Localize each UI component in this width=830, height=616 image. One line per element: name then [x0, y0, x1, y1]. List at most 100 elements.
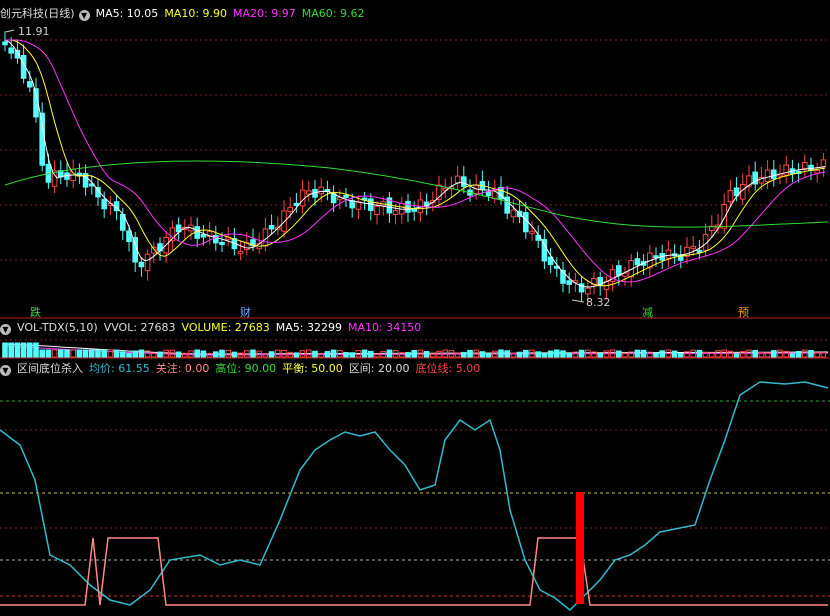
range-value: 区间: 20.00	[348, 362, 410, 375]
volume-bar	[808, 350, 814, 358]
volume-bar	[752, 349, 759, 358]
volume-bar	[560, 350, 566, 358]
dropdown-icon[interactable]: ▼	[0, 365, 11, 376]
ma60-line	[4, 160, 829, 228]
event-marker-jian[interactable]: 减	[642, 304, 653, 320]
volume-bar	[659, 350, 666, 358]
volume-bar	[349, 352, 355, 358]
volume-bar	[504, 350, 510, 358]
volume-bar	[101, 349, 108, 358]
candle-body	[771, 169, 777, 180]
volume-bar	[64, 349, 70, 358]
candle-body	[318, 186, 324, 195]
moving-averages	[4, 39, 829, 356]
candle-body	[2, 41, 8, 46]
candle-body	[802, 162, 808, 170]
volume-bar	[368, 350, 374, 358]
volume-indicator-name[interactable]: VOL-TDX(5,10)	[17, 321, 98, 334]
volume-bar	[479, 351, 486, 358]
volume-bar	[523, 349, 529, 358]
volume-bar	[318, 353, 324, 358]
volume-bar	[461, 351, 467, 358]
volume-bar	[250, 349, 256, 358]
price-annotations: 11.91 8.32	[5, 25, 611, 309]
bottom-buy-signal-bar	[576, 492, 584, 604]
grid-lines	[0, 39, 830, 597]
ma10-value: MA10: 9.90	[164, 7, 228, 20]
ma5-value: MA5: 10.05	[95, 7, 159, 20]
candle-body	[405, 200, 411, 213]
high-price-label: 11.91	[18, 25, 50, 38]
volume-bar	[411, 349, 417, 358]
volume-bar	[107, 349, 114, 358]
event-marker-cai[interactable]: 财	[240, 304, 251, 320]
balance-value: 平衡: 50.00	[282, 362, 343, 375]
volume-bar	[8, 342, 14, 358]
volume-bar	[138, 349, 145, 358]
avg-value: 均价: 61.55	[89, 362, 150, 375]
candle-body	[690, 245, 697, 249]
volume-bar	[33, 342, 39, 358]
candle-body	[392, 210, 399, 215]
candle-body	[299, 189, 306, 207]
volume-bar	[634, 349, 641, 358]
bottom-line-value: 底位线: 5.00	[415, 362, 481, 375]
focus-value: 关注: 0.00	[155, 362, 210, 375]
event-marker-die[interactable]: 跌	[30, 304, 41, 320]
candle-body	[634, 258, 641, 266]
volume-bar	[132, 350, 138, 358]
volume-bar	[430, 353, 436, 358]
candle-body	[616, 265, 622, 276]
volume-bar	[312, 350, 318, 358]
volume-bar	[120, 351, 126, 358]
candle-body	[665, 249, 672, 259]
stock-title[interactable]: 创元科技(日线)	[0, 7, 75, 20]
candle-body	[144, 253, 151, 272]
volume-bar	[678, 353, 684, 358]
volume-bar	[640, 349, 647, 358]
candle-body	[523, 212, 529, 233]
ma20-value: MA20: 9.97	[233, 7, 296, 20]
vol-ma10-value: MA10: 34150	[348, 321, 422, 334]
candle-body	[461, 176, 467, 187]
volume-bar	[597, 352, 604, 358]
volume-bar	[45, 349, 52, 358]
vvol-value: VVOL: 27683	[103, 321, 176, 334]
volume-bar	[423, 351, 430, 358]
volume-bar	[76, 349, 83, 358]
candle-body	[237, 251, 244, 255]
volume-bar	[194, 349, 200, 358]
volume-bar	[554, 349, 560, 358]
volume-bars	[2, 342, 827, 358]
candle-body	[101, 198, 108, 210]
indicator-lines	[0, 381, 829, 612]
candle-body	[721, 203, 728, 229]
volume-bar	[361, 349, 368, 358]
candle-body	[219, 241, 225, 245]
dropdown-icon[interactable]: ▼	[78, 10, 90, 21]
dropdown-icon[interactable]: ▼	[0, 324, 11, 335]
volume-bar	[82, 349, 89, 358]
candle-body	[200, 233, 207, 238]
candle-body	[566, 280, 573, 285]
stock-chart[interactable]: 11.91 8.32	[0, 0, 830, 616]
indicator-name[interactable]: 区间底位杀入	[17, 362, 83, 375]
candle-body	[8, 47, 14, 54]
candle-body	[510, 209, 517, 218]
volume-bar	[795, 350, 802, 358]
ma20-line	[5, 39, 826, 283]
event-marker-yu[interactable]: 预	[738, 304, 749, 320]
volume-bar	[535, 351, 542, 358]
candle-body	[151, 246, 157, 254]
volume-bar	[175, 351, 182, 358]
volume-bar	[324, 351, 331, 358]
volume-bar	[498, 349, 504, 358]
candle-body	[820, 159, 827, 168]
ma60-value: MA60: 9.62	[301, 7, 365, 20]
volume-bar	[157, 351, 163, 358]
candle-body	[27, 81, 33, 88]
volume-bar	[671, 350, 678, 358]
indicator-panel-header: ▼ 区间底位杀入 均价: 61.55 关注: 0.00 高位: 90.00 平衡: 50.…	[0, 361, 486, 377]
volume-panel-header: ▼ VOL-TDX(5,10) VVOL: 27683 VOLUME: 27683 MA…	[0, 320, 427, 336]
volume-bar	[566, 352, 573, 358]
